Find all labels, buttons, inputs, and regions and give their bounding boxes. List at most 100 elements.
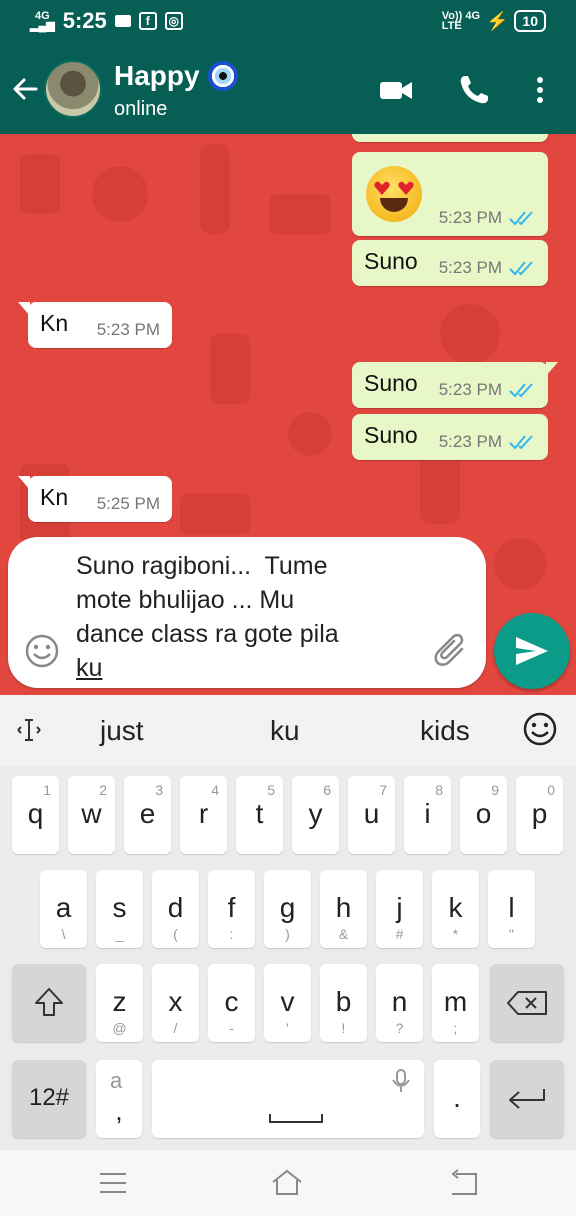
key-r[interactable]: r4 [180, 776, 227, 854]
emoji-keyboard-icon[interactable] [522, 711, 558, 747]
volte-indicator: Vo)) 4G LTE [441, 10, 480, 32]
contact-avatar[interactable] [44, 60, 102, 118]
key-u[interactable]: u7 [348, 776, 395, 854]
key-secondary: / [173, 1020, 178, 1036]
comma-language-key[interactable]: a , [96, 1060, 142, 1138]
key-h[interactable]: h & [320, 870, 367, 948]
key-label: t [255, 798, 264, 829]
key-b[interactable]: b! [320, 964, 367, 1042]
back-nav-icon[interactable] [446, 1168, 480, 1198]
phone-call-icon[interactable] [456, 72, 492, 108]
facebook-icon: f [138, 12, 157, 30]
microphone-icon[interactable] [390, 1068, 412, 1094]
recent-apps-icon[interactable] [96, 1168, 130, 1198]
key-o[interactable]: o9 [460, 776, 507, 854]
key-label: h [335, 892, 352, 923]
key-label: u [363, 798, 380, 829]
key-secondary: \ [61, 926, 66, 942]
double-check-read-icon [509, 211, 533, 226]
key-label: e [139, 798, 156, 829]
send-button[interactable] [494, 613, 570, 689]
message-bubble-outgoing[interactable]: 5:23 PM [352, 152, 548, 236]
attachment-icon[interactable] [432, 631, 472, 671]
message-bubble-outgoing[interactable]: Suno 5:23 PM [352, 240, 548, 286]
send-icon [516, 637, 548, 665]
symbols-key[interactable]: 12# [12, 1060, 86, 1138]
instagram-icon: ◎ [164, 12, 183, 30]
heart-eyes-emoji-icon [366, 166, 422, 222]
key-secondary: & [338, 926, 349, 942]
key-secondary: ' [286, 1020, 289, 1036]
contact-name[interactable]: Happy [114, 60, 238, 92]
more-options-icon[interactable] [528, 72, 552, 108]
key-g[interactable]: g) [264, 870, 311, 948]
message-bubble-outgoing[interactable]: Suno 5:23 PM [352, 362, 558, 408]
key-x[interactable]: x / [152, 964, 199, 1042]
key-w[interactable]: w2 [68, 776, 115, 854]
enter-key[interactable] [490, 1060, 564, 1138]
key-l[interactable]: l " [488, 870, 535, 948]
key-n[interactable]: n? [376, 964, 423, 1042]
key-z[interactable]: z @ [96, 964, 143, 1042]
key-d[interactable]: d( [152, 870, 199, 948]
suggestion-bar: just ku kids [0, 695, 576, 767]
key-c[interactable]: c- [208, 964, 255, 1042]
key-label: x [168, 986, 183, 1017]
space-bar[interactable] [152, 1060, 424, 1138]
key-s[interactable]: s _ [96, 870, 143, 948]
key-q[interactable]: q1 [12, 776, 59, 854]
key-secondary: ! [341, 1020, 346, 1036]
key-v[interactable]: v ' [264, 964, 311, 1042]
key-y[interactable]: y6 [292, 776, 339, 854]
double-check-read-icon [509, 383, 533, 398]
key-hint: 8 [435, 782, 443, 798]
key-m[interactable]: m; [432, 964, 479, 1042]
double-check-read-icon [509, 261, 533, 276]
key-label: i [424, 798, 431, 829]
key-label: p [531, 798, 548, 829]
period-key[interactable]: . [434, 1060, 480, 1138]
emoji-picker-icon[interactable] [24, 633, 60, 669]
back-arrow-icon[interactable] [10, 74, 40, 104]
message-bubble-outgoing[interactable] [352, 134, 548, 142]
key-label: l [508, 892, 515, 923]
key-hint: 5 [267, 782, 275, 798]
key-k[interactable]: k * [432, 870, 479, 948]
status-bar: 4G ▂▄▆ 5:25 f ◎ Vo)) 4G LTE ⚡ 10 [0, 0, 576, 44]
key-f[interactable]: f: [208, 870, 255, 948]
key-secondary: # [395, 926, 404, 942]
message-composer[interactable]: Suno ragiboni... Tume mote bhulijao ... … [8, 537, 486, 688]
home-icon[interactable] [270, 1168, 304, 1198]
key-label: f [227, 892, 236, 923]
key-label: a [55, 892, 72, 923]
key-i[interactable]: i8 [404, 776, 451, 854]
message-bubble-incoming[interactable]: Kn 5:23 PM [18, 302, 172, 348]
key-secondary: - [229, 1020, 234, 1036]
key-label: o [475, 798, 492, 829]
key-e[interactable]: e3 [124, 776, 171, 854]
on-screen-keyboard: just ku kids q1w2e3r4t5y6u7i8o9p0 a \ s _ d(… [0, 695, 576, 1150]
text-cursor-tool-icon[interactable] [14, 715, 44, 745]
key-label: r [198, 798, 209, 829]
key-j[interactable]: j # [376, 870, 423, 948]
message-text: Suno [364, 422, 418, 448]
key-a[interactable]: a \ [40, 870, 87, 948]
video-call-icon[interactable] [378, 72, 414, 108]
key-label: w [81, 798, 102, 829]
message-bubble-outgoing[interactable]: Suno 5:23 PM [352, 414, 548, 460]
key-label: j [396, 892, 403, 923]
shift-key[interactable] [12, 964, 86, 1042]
backspace-key[interactable] [490, 964, 564, 1042]
message-bubble-incoming[interactable]: Kn 5:25 PM [18, 476, 172, 522]
key-secondary: " [509, 926, 514, 942]
key-p[interactable]: p0 [516, 776, 563, 854]
message-input[interactable]: Suno ragiboni... Tume mote bhulijao ... … [76, 549, 406, 685]
suggestion-word[interactable]: just [100, 715, 144, 747]
key-secondary: ; [453, 1020, 458, 1036]
key-hint: 4 [211, 782, 219, 798]
key-t[interactable]: t5 [236, 776, 283, 854]
video-recording-icon [114, 15, 131, 27]
suggestion-word[interactable]: kids [420, 715, 470, 747]
suggestion-word[interactable]: ku [270, 715, 300, 747]
message-time: 5:23 PM [438, 208, 502, 227]
